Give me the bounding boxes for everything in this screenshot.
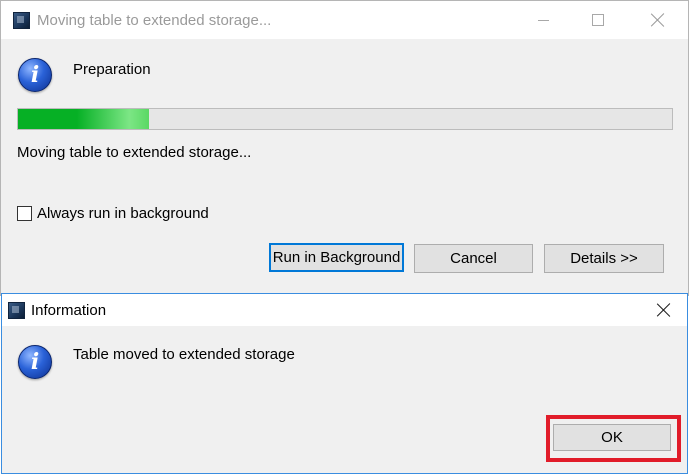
always-run-in-background-option[interactable]: Always run in background <box>17 205 209 222</box>
maximize-icon <box>592 14 604 26</box>
app-window-icon <box>13 12 30 29</box>
details-button[interactable]: Details >> <box>544 244 664 273</box>
close-icon <box>657 303 671 317</box>
maximize-button[interactable] <box>575 1 621 39</box>
progress-bar-fill <box>18 109 149 129</box>
progress-dialog-title: Moving table to extended storage... <box>37 12 272 29</box>
information-dialog-titlebar[interactable]: Information <box>2 294 687 326</box>
cancel-button[interactable]: Cancel <box>414 244 533 273</box>
information-dialog-close-button[interactable] <box>641 294 687 326</box>
app-window-icon <box>8 302 25 319</box>
always-run-in-background-label[interactable]: Always run in background <box>37 205 209 222</box>
close-icon <box>651 13 665 27</box>
information-dialog-title: Information <box>31 302 107 319</box>
ok-button[interactable]: OK <box>553 424 671 451</box>
progress-bar <box>17 108 673 130</box>
progress-heading: Preparation <box>73 61 151 78</box>
progress-dialog: Moving table to extended storage... i Pr… <box>0 0 689 296</box>
always-run-in-background-checkbox[interactable] <box>17 206 32 221</box>
minimize-button[interactable] <box>520 1 566 39</box>
information-icon: i <box>18 58 52 92</box>
progress-dialog-close-button[interactable] <box>635 1 681 39</box>
information-message: Table moved to extended storage <box>73 346 295 363</box>
progress-dialog-titlebar[interactable]: Moving table to extended storage... <box>1 1 688 39</box>
progress-status-text: Moving table to extended storage... <box>17 144 252 161</box>
run-in-background-button[interactable]: Run in Background <box>269 243 404 272</box>
minimize-icon <box>537 19 549 21</box>
information-icon: i <box>18 345 52 379</box>
information-dialog: Information i Table moved to extended st… <box>1 293 688 474</box>
